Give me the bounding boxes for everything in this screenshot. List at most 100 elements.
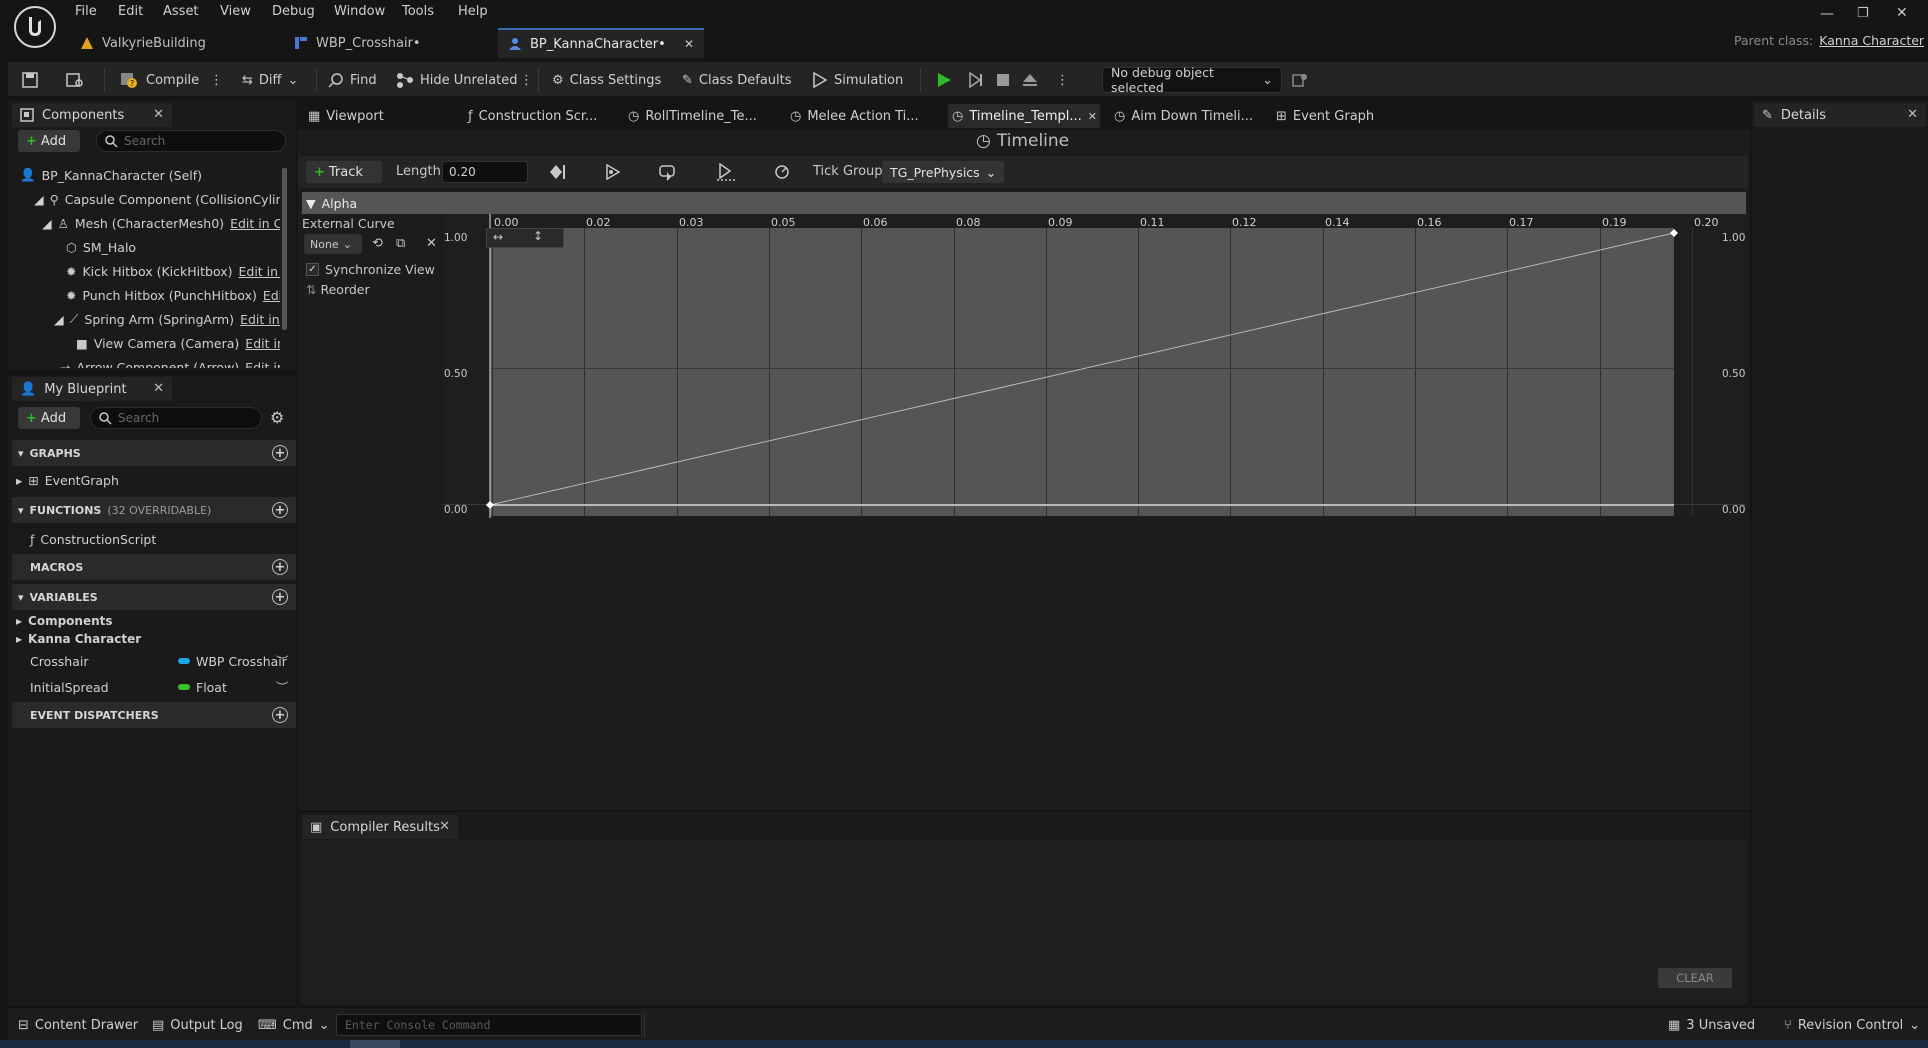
find-button[interactable]: Find: [328, 68, 377, 92]
collapse-arrow-icon[interactable]: ▼: [306, 196, 316, 211]
tree-item[interactable]: ◢⚲Capsule Component (CollisionCylinder): [34, 188, 280, 210]
compiler-results-tab[interactable]: ▣ Compiler Results ✕: [302, 815, 458, 839]
content-drawer-button[interactable]: ⊟ Content Drawer: [18, 1014, 138, 1036]
simulation-button[interactable]: Simulation: [812, 68, 903, 92]
section-event-dispatchers[interactable]: EVENT DISPATCHERS +: [12, 702, 296, 728]
close-window-icon[interactable]: ✕: [1896, 5, 1908, 21]
tree-item[interactable]: ■View Camera (Camera)Edit in C++: [76, 332, 280, 354]
doc-tab-bp-kanna-character[interactable]: BP_KannaCharacter• ✕: [498, 28, 704, 58]
eject-icon[interactable]: [1022, 68, 1038, 92]
unsaved-button[interactable]: ▦ 3 Unsaved: [1668, 1014, 1755, 1036]
tab-roll-timeline[interactable]: ◷ RollTimeline_Te...: [628, 104, 768, 128]
add-member-button[interactable]: + Add: [18, 407, 80, 429]
autoplay-icon[interactable]: [604, 163, 622, 181]
tab-viewport[interactable]: ▦ Viewport: [304, 104, 454, 128]
ignore-time-dilation-icon[interactable]: [772, 163, 792, 181]
step-icon[interactable]: [968, 68, 984, 92]
expand-arrow-icon[interactable]: ◢: [42, 216, 52, 231]
console-command-input[interactable]: Enter Console Command: [336, 1014, 642, 1036]
clear-curve-icon[interactable]: ✕: [426, 236, 437, 251]
parent-class-link[interactable]: Kanna Character: [1819, 33, 1924, 48]
use-last-keyframe-icon[interactable]: [548, 163, 566, 181]
tab-timeline-template[interactable]: ◷ Timeline_Templ... ✕: [948, 104, 1100, 128]
stop-icon[interactable]: [996, 68, 1010, 92]
debug-browse-icon[interactable]: [1292, 68, 1308, 92]
track-header-alpha[interactable]: ▼ Alpha: [302, 192, 1746, 214]
menu-asset[interactable]: Asset: [163, 2, 199, 22]
variable-initial-spread[interactable]: InitialSpread Float ︶: [12, 675, 296, 699]
visibility-eye-icon[interactable]: ︶: [276, 651, 289, 670]
minimize-icon[interactable]: —: [1820, 6, 1834, 22]
event-graph-item[interactable]: ▸ ⊞ EventGraph: [16, 469, 119, 491]
restore-icon[interactable]: ❐: [1857, 6, 1869, 21]
save-icon[interactable]: [22, 68, 38, 92]
tab-construction-script[interactable]: ƒ Construction Scr...: [468, 104, 608, 128]
add-function-icon[interactable]: +: [272, 502, 288, 518]
hide-unrelated-options-icon[interactable]: ⋮: [520, 68, 533, 92]
tree-item[interactable]: ✹Kick Hitbox (KickHitbox)Edit in C++: [66, 260, 280, 282]
components-search-input[interactable]: Search: [96, 130, 286, 152]
close-icon[interactable]: ✕: [153, 381, 164, 396]
length-input[interactable]: 0.20: [442, 161, 528, 183]
class-settings-button[interactable]: ⚙ Class Settings: [552, 68, 661, 92]
tick-group-select[interactable]: TG_PrePhysics ⌄: [882, 161, 1004, 183]
add-component-button[interactable]: + Add: [18, 130, 80, 152]
add-variable-icon[interactable]: +: [272, 589, 288, 605]
menu-help[interactable]: Help: [458, 2, 488, 22]
doc-tab-wbp-crosshair[interactable]: WBP_Crosshair•: [284, 28, 494, 58]
section-variables[interactable]: ▾ VARIABLES +: [12, 584, 296, 610]
compile-options-icon[interactable]: ⋮: [210, 68, 223, 92]
close-icon[interactable]: ✕: [153, 107, 164, 122]
tree-scrollbar[interactable]: [282, 168, 287, 330]
unreal-logo-icon[interactable]: [14, 6, 56, 48]
add-dispatcher-icon[interactable]: +: [272, 707, 288, 723]
variable-crosshair[interactable]: Crosshair WBP Crosshair ︶: [12, 649, 296, 673]
section-functions[interactable]: ▾ FUNCTIONS (32 OVERRIDABLE) +: [12, 497, 296, 523]
zoom-to-fit-horizontal-icon[interactable]: ↔: [493, 230, 503, 244]
menu-debug[interactable]: Debug: [272, 2, 315, 22]
expand-arrow-icon[interactable]: ▸: [16, 473, 22, 488]
zoom-to-fit-vertical-icon[interactable]: ↕: [533, 229, 543, 243]
close-icon[interactable]: ✕: [439, 819, 450, 834]
compile-button[interactable]: ? Compile: [120, 68, 199, 92]
add-macro-icon[interactable]: +: [272, 559, 288, 575]
details-tab[interactable]: ✎ Details ✕: [1754, 103, 1926, 127]
menu-tools[interactable]: Tools: [402, 2, 434, 22]
browse-icon[interactable]: [66, 68, 84, 92]
tree-item[interactable]: ✹Punch Hitbox (PunchHitbox)Edit in C++: [66, 284, 280, 306]
replicated-icon[interactable]: [716, 163, 736, 181]
add-track-button[interactable]: + Track: [306, 161, 382, 183]
synchronize-view-checkbox[interactable]: ✓ Synchronize View: [306, 262, 435, 277]
section-graphs[interactable]: ▾ GRAPHS +: [12, 440, 296, 466]
tree-item[interactable]: 👤 BP_KannaCharacter (Self): [20, 164, 202, 186]
expand-arrow-icon[interactable]: ◢: [34, 192, 44, 207]
clear-button[interactable]: CLEAR: [1658, 968, 1732, 988]
close-icon[interactable]: ✕: [1907, 107, 1918, 122]
tree-item[interactable]: ⬡ SM_Halo: [66, 236, 136, 258]
output-log-button[interactable]: ▤ Output Log: [152, 1014, 243, 1036]
tree-item[interactable]: ◢⟋Spring Arm (SpringArm)Edit in C++: [54, 308, 280, 330]
var-group-kanna-character[interactable]: ▸ Kanna Character: [16, 628, 141, 650]
close-icon[interactable]: ✕: [1088, 110, 1097, 123]
close-icon[interactable]: ✕: [684, 37, 694, 51]
menu-window[interactable]: Window: [334, 2, 385, 22]
add-graph-icon[interactable]: +: [272, 445, 288, 461]
menu-edit[interactable]: Edit: [118, 2, 143, 22]
settings-gear-icon[interactable]: ⚙: [270, 408, 284, 427]
construction-script-item[interactable]: ƒ ConstructionScript: [30, 528, 156, 550]
class-defaults-button[interactable]: ✎ Class Defaults: [682, 68, 792, 92]
tab-aim-down-timeline[interactable]: ◷ Aim Down Timeli...: [1114, 104, 1264, 128]
my-blueprint-tab[interactable]: 👤 My Blueprint ✕: [12, 377, 172, 401]
loop-icon[interactable]: [658, 163, 678, 181]
external-curve-select[interactable]: None ⌄: [304, 234, 362, 254]
play-options-icon[interactable]: ⋮: [1056, 68, 1069, 92]
cmd-button[interactable]: ⌨ Cmd ⌄: [258, 1014, 330, 1036]
revision-control-button[interactable]: ⑂ Revision Control ⌄: [1784, 1014, 1920, 1036]
use-selected-curve-icon[interactable]: ⟲: [372, 236, 383, 251]
diff-button[interactable]: ⇆ Diff ⌄: [242, 68, 298, 92]
visibility-eye-icon[interactable]: ︶: [276, 677, 289, 696]
reorder-button[interactable]: ⇅ Reorder: [306, 282, 370, 297]
components-panel-tab[interactable]: Components ✕: [12, 103, 172, 127]
tree-item[interactable]: ◢♙Mesh (CharacterMesh0)Edit in C++: [42, 212, 280, 234]
tree-item[interactable]: →Arrow Component (Arrow)Edit in C++: [60, 356, 280, 369]
